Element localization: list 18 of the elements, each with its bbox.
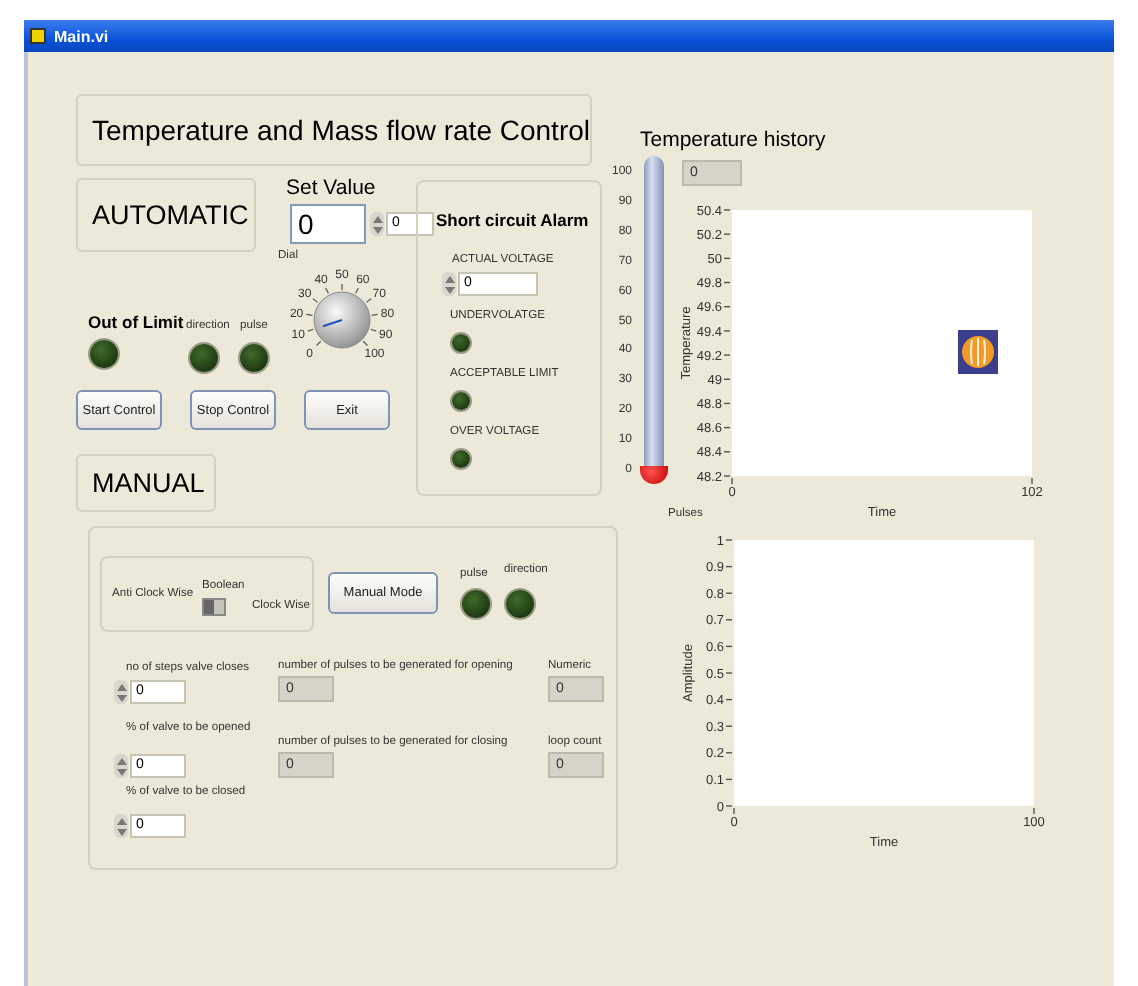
numeric-field[interactable]: 0 [290,204,366,244]
window-title: Main.vi [54,27,109,45]
spinner-arrows[interactable] [114,814,128,838]
app-icon [30,28,46,44]
spinner-arrows[interactable] [370,212,384,236]
section-label: MANUAL [76,454,216,512]
spinner-arrows[interactable] [114,754,128,778]
orb-icon [958,330,998,374]
chart-title: Temperature history [640,128,826,152]
spinner-arrows[interactable] [114,680,128,704]
section-label: AUTOMATIC [76,178,256,252]
control-label: Set Value [286,176,376,200]
toggle-switch[interactable] [202,598,226,616]
panel-heading: Temperature and Mass flow rate Control [76,94,592,166]
group-title: Short circuit Alarm [436,210,589,230]
thermometer-bulb [640,466,668,484]
indicator-label: Out of Limit [88,312,184,332]
spinner-arrows[interactable] [442,272,456,296]
